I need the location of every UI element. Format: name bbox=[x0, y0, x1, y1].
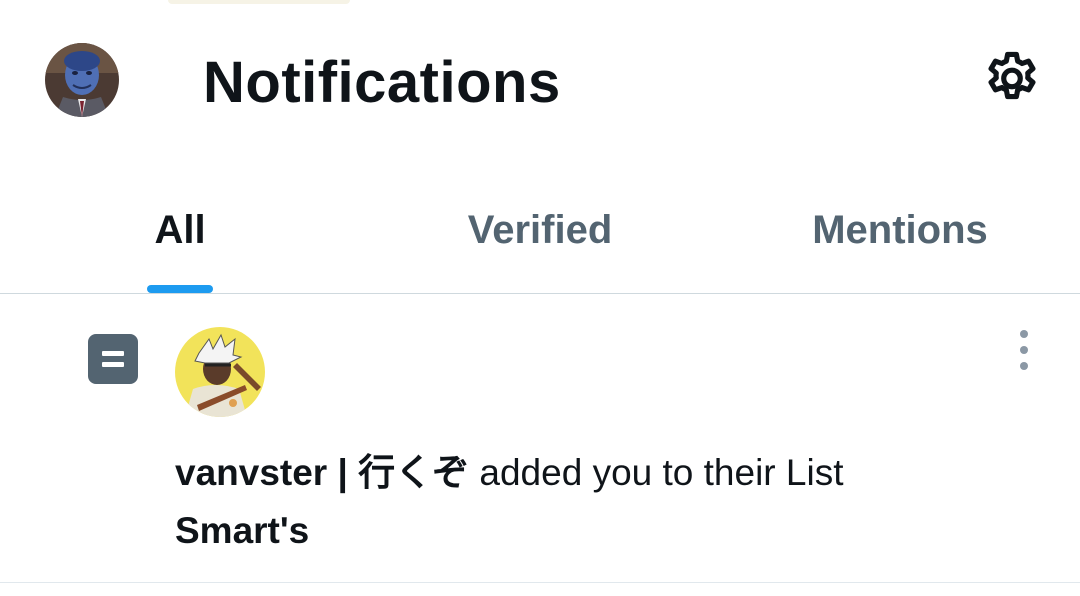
actor-name[interactable]: vanvster | 行くぞ bbox=[175, 452, 469, 493]
tab-verified-label: Verified bbox=[467, 208, 613, 252]
tab-mentions-label: Mentions bbox=[812, 208, 988, 252]
avatar-image bbox=[45, 43, 119, 117]
list-icon bbox=[88, 334, 138, 384]
active-tab-indicator bbox=[147, 285, 213, 293]
settings-button[interactable] bbox=[978, 45, 1046, 113]
actor-avatar-image bbox=[175, 327, 265, 417]
tab-bar: All Verified Mentions bbox=[0, 182, 1080, 293]
tab-verified[interactable]: Verified bbox=[360, 182, 720, 293]
tab-all[interactable]: All bbox=[0, 182, 360, 293]
notification-item[interactable]: vanvster | 行くぞ added you to their List S… bbox=[0, 294, 1080, 582]
tab-all-label: All bbox=[154, 208, 206, 252]
notifications-screen: Notifications All Verified Mentions vanv… bbox=[0, 0, 1080, 596]
more-options-button[interactable] bbox=[1008, 330, 1040, 370]
action-text: added you to their List bbox=[479, 452, 844, 493]
actor-avatar[interactable] bbox=[175, 327, 265, 417]
profile-avatar[interactable] bbox=[45, 43, 119, 117]
gear-icon bbox=[988, 51, 1036, 100]
list-name[interactable]: Smart's bbox=[175, 510, 309, 551]
header: Notifications bbox=[0, 0, 1080, 165]
more-vertical-icon bbox=[1020, 330, 1028, 338]
tab-mentions[interactable]: Mentions bbox=[720, 182, 1080, 293]
notification-text: vanvster | 行くぞ added you to their List S… bbox=[175, 444, 1035, 560]
page-title: Notifications bbox=[203, 50, 561, 115]
item-divider bbox=[0, 582, 1080, 583]
